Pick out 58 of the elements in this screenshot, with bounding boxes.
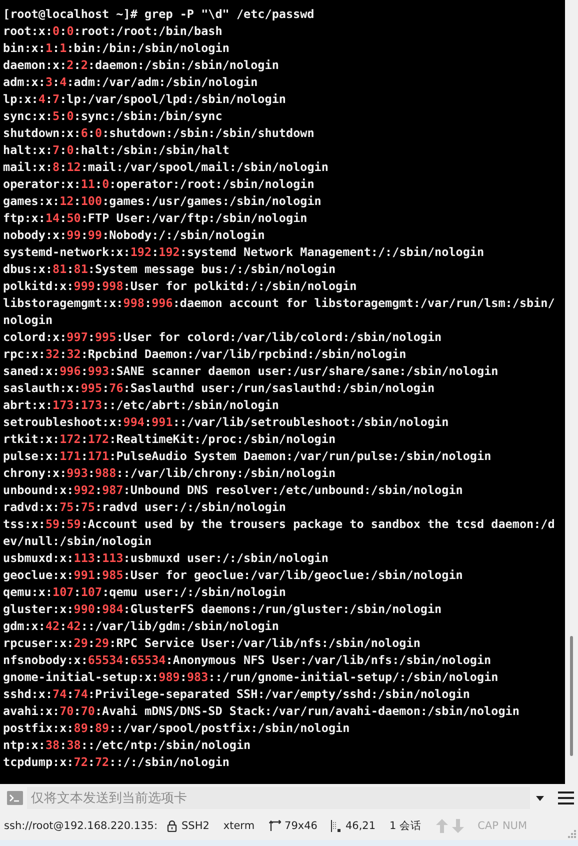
terminal-line: radvd:x:75:75:radvd user:/:/sbin/nologin (3, 499, 287, 516)
terminal-line: unbound:x:992:987:Unbound DNS resolver:/etc/unbound:/sbin/nologin (3, 482, 464, 499)
terminal-line: games:x:12:100:games:/usr/games:/sbin/nologin (3, 193, 322, 210)
terminal-line: systemd-network:x:192:192:systemd Network Management:/:/sbin/nologin (3, 244, 486, 261)
lock-icon (167, 820, 178, 832)
protocol-label: SSH2 (181, 820, 210, 832)
terminal-line: adm:x:3:4:adm:/var/adm:/sbin/nologin (3, 74, 259, 91)
terminal-line: nobody:x:99:99:Nobody:/:/sbin/nologin (3, 227, 266, 244)
resize-arrows-icon (268, 820, 281, 832)
terminal-line: setroubleshoot:x:994:991::/var/lib/setroubleshoot:/sbin/nologin (3, 414, 450, 431)
key-indicator: NUM (502, 820, 528, 832)
terminal-line: qemu:x:107:107:qemu user:/:/sbin/nologin (3, 584, 288, 601)
send-input-field[interactable]: 仅将文本发送到当前选项卡 (27, 787, 530, 809)
terminal-line: nfsnobody:x:65534:65534:Anonymous NFS User:/var/lib/nfs:/sbin/nologin (3, 652, 492, 669)
terminal-line: mail:x:8:12:mail:/var/spool/mail:/sbin/nologin (3, 159, 330, 176)
terminal-line: saned:x:996:993:SANE scanner daemon user:/usr/share/sane:/sbin/nologin (3, 363, 500, 380)
session-count: 1 会话 (390, 819, 422, 833)
terminal-size: 79x46 (284, 820, 318, 832)
terminal-line: dbus:x:81:81:System message bus:/:/sbin/nologin (3, 261, 337, 278)
terminal-line: avahi:x:70:70:Avahi mDNS/DNS-SD Stack:/var/run/avahi-daemon:/sbin/nologin (3, 703, 520, 720)
terminal-line: polkitd:x:999:998:User for polkitd:/:/sbin/nologin (3, 278, 358, 295)
terminal-line: abrt:x:173:173::/etc/abrt:/sbin/nologin (3, 397, 280, 414)
terminal-line: gnome-initial-setup:x:989:983::/run/gnome-initial-setup/:/sbin/nologin (3, 669, 500, 686)
terminal-line: rpcuser:x:29:29:RPC Service User:/var/lib/nfs:/sbin/nologin (3, 635, 422, 652)
caret-icon[interactable] (536, 796, 544, 800)
terminal-line: sync:x:5:0:sync:/sbin:/bin/sync (3, 108, 224, 125)
terminal-line: ntp:x:38:38::/etc/ntp:/sbin/nologin (3, 737, 252, 754)
terminal-line: ftp:x:14:50:FTP User:/var/ftp:/sbin/nologin (3, 210, 308, 227)
terminal-line: colord:x:997:995:User for colord:/var/lib/colord:/sbin/nologin (3, 329, 443, 346)
terminal-line: lp:x:4:7:lp:/var/spool/lpd:/sbin/nologin (3, 91, 287, 108)
terminal-line: bin:x:1:1:bin:/bin:/sbin/nologin (3, 40, 230, 57)
connection-address: ssh://root@192.168.220.135: (4, 820, 158, 832)
terminal-line: postfix:x:89:89::/var/spool/postfix:/sbin/nologin (3, 720, 351, 737)
terminal-line: gluster:x:990:984:GlusterFS daemons:/run/gluster:/sbin/nologin (3, 601, 443, 618)
terminal-icon (7, 791, 23, 805)
terminal-type: xterm (223, 820, 255, 832)
terminal-line: [root@localhost ~]# grep -P "\d" /etc/passwd (3, 6, 316, 23)
terminal-line: operator:x:11:0:operator:/root:/sbin/nologin (3, 176, 316, 193)
cursor-position-icon (331, 820, 342, 832)
terminal-line: chrony:x:993:988::/var/lib/chrony:/sbin/nologin (3, 465, 337, 482)
scrollbar-thumb[interactable] (570, 636, 573, 756)
terminal-line: tcpdump:x:72:72::/:/sbin/nologin (3, 754, 230, 771)
terminal-line: pulse:x:171:171:PulseAudio System Daemon:/var/run/pulse:/sbin/nologin (3, 448, 492, 465)
terminal-line: rtkit:x:172:172:RealtimeKit:/proc:/sbin/nologin (3, 431, 337, 448)
terminal-line: root:x:0:0:root:/root:/bin/bash (3, 23, 224, 40)
cursor-position: 46,21 (345, 820, 376, 832)
terminal-line: gdm:x:42:42::/var/lib/gdm:/sbin/nologin (3, 618, 280, 635)
terminal-line: usbmuxd:x:113:113:usbmuxd user:/:/sbin/nologin (3, 550, 330, 567)
terminal-line: saslauth:x:995:76:Saslauthd user:/run/saslauthd:/sbin/nologin (3, 380, 436, 397)
terminal-line: shutdown:x:6:0:shutdown:/sbin:/sbin/shutdown (3, 125, 316, 142)
terminal-line: daemon:x:2:2:daemon:/sbin:/sbin/nologin (3, 57, 280, 74)
resize-grip-icon (567, 829, 576, 838)
terminal-line: halt:x:7:0:halt:/sbin:/sbin/halt (3, 142, 230, 159)
terminal-line: rpc:x:32:32:Rpcbind Daemon:/var/lib/rpcbind:/sbin/nologin (3, 346, 408, 363)
key-indicator: CAP (478, 820, 498, 832)
terminal-line: geoclue:x:991:985:User for geoclue:/var/lib/geoclue:/sbin/nologin (3, 567, 464, 584)
terminal-line: sshd:x:74:74:Privilege-separated SSH:/var/empty/sshd:/sbin/nologin (3, 686, 471, 703)
menu-icon[interactable] (558, 791, 574, 805)
